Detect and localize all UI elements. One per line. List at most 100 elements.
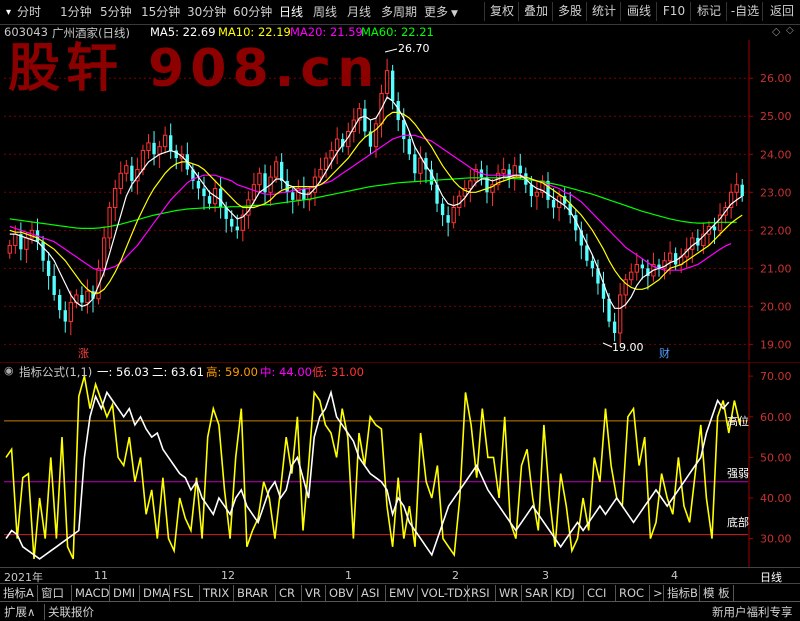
candle-body (52, 275, 56, 295)
price-tick-label: 23.00 (760, 186, 792, 199)
candle-body (440, 203, 445, 216)
mark-button[interactable]: 标记 (690, 2, 727, 21)
period-tab-weekly[interactable]: 周线 (313, 3, 337, 21)
indicator-tab[interactable]: > (650, 585, 664, 601)
period-tab-30min[interactable]: 30分钟 (187, 3, 226, 21)
price-tick-label: 22.00 (760, 224, 792, 237)
candle-body (334, 138, 340, 151)
indicator-tick-label: 70.00 (760, 370, 792, 383)
linked-quote-button[interactable]: 关联报价 (44, 604, 94, 620)
indicator-tab[interactable]: ROC (616, 585, 650, 601)
candle-body (68, 302, 73, 323)
candle-body (113, 187, 118, 209)
expand-button[interactable]: 扩展∧ (4, 604, 35, 620)
candle-body (85, 290, 90, 304)
price-tick-label: 21.00 (760, 262, 792, 275)
period-tab-15min[interactable]: 15分钟 (141, 3, 180, 21)
period-tab-fenshi[interactable]: 分时 (17, 3, 41, 21)
price-tick-label: 25.00 (760, 110, 792, 123)
price-tick-label: 19.00 (760, 338, 792, 351)
collapse-icon[interactable]: ◇ (786, 25, 794, 36)
candle-body (390, 70, 395, 102)
indicator-tab[interactable]: 指标B (664, 585, 700, 601)
zone-mid-label: 强弱 (727, 467, 749, 480)
date-label: 11 (94, 569, 108, 582)
candle-body (418, 157, 423, 174)
f10-button[interactable]: F10 (656, 2, 691, 21)
indicator-tab[interactable]: 模 板 (700, 585, 734, 601)
candle-body (162, 134, 168, 148)
candle-body (534, 191, 540, 197)
candle-body (124, 165, 129, 174)
fuquan-button[interactable]: 复权 (484, 2, 519, 21)
candle-body (230, 218, 234, 227)
diamond-icon[interactable]: ◇ (772, 25, 780, 38)
candle-body (607, 298, 611, 322)
candle-body (518, 165, 522, 174)
overlay-button[interactable]: 叠加 (518, 2, 553, 21)
candle-body (407, 139, 411, 155)
zhang-marker[interactable]: 涨 (78, 347, 89, 360)
candle-body (640, 264, 645, 269)
candle-body (257, 172, 262, 186)
indicator-tab[interactable]: EMV (386, 585, 418, 601)
candle-body (451, 207, 456, 224)
indicator-tab[interactable]: KDJ (552, 585, 584, 601)
candle-body (202, 188, 206, 197)
toolbar-menu-icon[interactable]: ▾ (6, 4, 11, 22)
candle-body (157, 146, 162, 155)
cai-marker[interactable]: 财 (659, 346, 670, 360)
indicator-tab[interactable]: FSL (170, 585, 200, 601)
ma-info-line: 603043 广州酒家(日线) MA5: 22.69 MA10: 22.19 M… (0, 24, 800, 40)
indicator-tab[interactable]: CCI (584, 585, 616, 601)
high-label: 26.70 (398, 42, 430, 55)
period-tab-60min[interactable]: 60分钟 (233, 3, 272, 21)
indicator-tab[interactable]: TRIX (200, 585, 234, 601)
candle-body (63, 310, 67, 322)
indicator-tab[interactable]: VOL-TDX (418, 585, 471, 601)
indicator-chart[interactable]: 70.00 60.00 50.00 40.00 30.00 高位 强弱 底部 (0, 362, 800, 567)
candle-body (207, 196, 212, 204)
draw-line-button[interactable]: 画线 (620, 2, 657, 21)
indicator-tick-label: 30.00 (760, 533, 792, 546)
period-tab-daily[interactable]: 日线 (279, 3, 303, 21)
indicator-tab[interactable]: OBV (326, 585, 358, 601)
more-chevron-icon[interactable]: ▼ (451, 5, 458, 23)
ma5-label: MA5: 22.69 (150, 25, 216, 39)
indicator-tab[interactable]: SAR (522, 585, 552, 601)
zone-low-label: 底部 (727, 515, 749, 529)
indicator-tab[interactable]: ASI (358, 585, 386, 601)
candle-body (734, 184, 739, 193)
back-button[interactable]: 返回 (762, 2, 800, 21)
multi-stock-button[interactable]: 多股 (552, 2, 587, 21)
indicator-tab[interactable]: 窗口 (38, 585, 72, 601)
period-tab-1min[interactable]: 1分钟 (60, 3, 92, 21)
candlestick-chart[interactable]: 26.00 25.00 24.00 23.00 22.00 21.00 20.00 19.00… (0, 40, 800, 360)
candle-body (58, 294, 62, 311)
indicator-tab[interactable]: RSI (468, 585, 496, 601)
period-tab-more[interactable]: 更多 (424, 3, 448, 21)
candle-body (329, 149, 334, 159)
indicator-tab[interactable]: DMI (110, 585, 140, 601)
indicator-tab[interactable]: VR (302, 585, 326, 601)
indicator-tab[interactable]: DMA (140, 585, 170, 601)
high-pointer (384, 48, 398, 53)
candle-body (169, 135, 173, 151)
new-user-promo[interactable]: 新用户福利专享 (712, 604, 793, 620)
date-axis: 2021年 11 12 1 2 3 4 日线 (0, 567, 800, 584)
indicator-tab[interactable]: WR (496, 585, 522, 601)
period-tab-multi[interactable]: 多周期 (381, 3, 417, 21)
statistics-button[interactable]: 统计 (586, 2, 621, 21)
period-tab-5min[interactable]: 5分钟 (100, 3, 132, 21)
indicator-tab[interactable]: BRAR (234, 585, 276, 601)
candle-body (46, 260, 51, 276)
candle-body (118, 172, 123, 189)
candle-body (501, 168, 506, 174)
candle-body (690, 237, 695, 250)
low-annotation: 19.00 (602, 341, 644, 354)
add-favorite-button[interactable]: -自选 (726, 2, 763, 21)
indicator-tab[interactable]: CR (276, 585, 302, 601)
period-tab-monthly[interactable]: 月线 (347, 3, 371, 21)
indicator-tab[interactable]: 指标A (0, 585, 38, 601)
indicator-tab[interactable]: MACD (72, 585, 110, 601)
